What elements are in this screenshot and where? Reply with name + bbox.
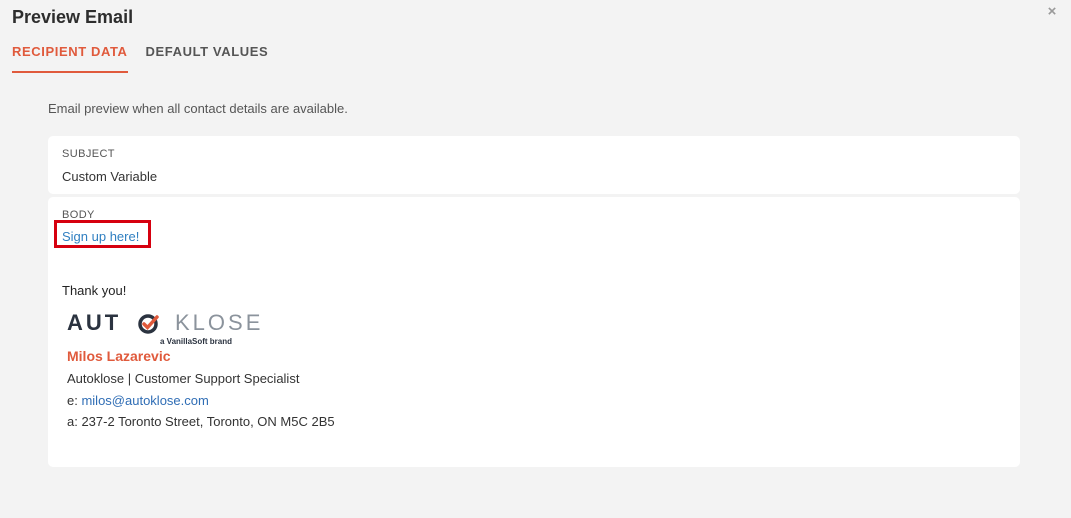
logo-word-light: KLOSE (175, 310, 264, 335)
logo-tagline: a VanillaSoft brand (160, 337, 233, 346)
autoklose-logo: AUT KLOSE a VanillaSoft brand (67, 310, 260, 347)
tab-bar: RECIPIENT DATA DEFAULT VALUES (12, 44, 268, 73)
close-icon[interactable]: × (1045, 4, 1059, 20)
subject-label: SUBJECT (62, 148, 115, 160)
thanks-text: Thank you! (62, 283, 127, 298)
subject-value: Custom Variable (62, 169, 158, 184)
preview-info-text: Email preview when all contact details a… (48, 101, 348, 116)
logo-word-dark: AUT (67, 310, 122, 335)
signature-email-line: e: milos@autoklose.com (67, 393, 209, 409)
modal-title: Preview Email (12, 7, 134, 27)
tab-default-values[interactable]: DEFAULT VALUES (146, 44, 269, 73)
logo-check-icon (138, 314, 159, 334)
signature-address: a: 237-2 Toronto Street, Toronto, ON M5C… (67, 414, 335, 429)
signature-role: Autoklose | Customer Support Specialist (67, 371, 300, 386)
subject-card: SUBJECT Custom Variable (48, 136, 1020, 194)
signature-name: Milos Lazarevic (67, 348, 171, 364)
signature-email-prefix: e: (67, 393, 82, 408)
signature-email-link[interactable]: milos@autoklose.com (81, 393, 208, 408)
body-card: BODY Sign up here! Thank you! AUT KLOSE … (48, 197, 1020, 467)
tab-recipient-data[interactable]: RECIPIENT DATA (12, 44, 128, 73)
sign-up-link[interactable]: Sign up here! (62, 229, 139, 245)
